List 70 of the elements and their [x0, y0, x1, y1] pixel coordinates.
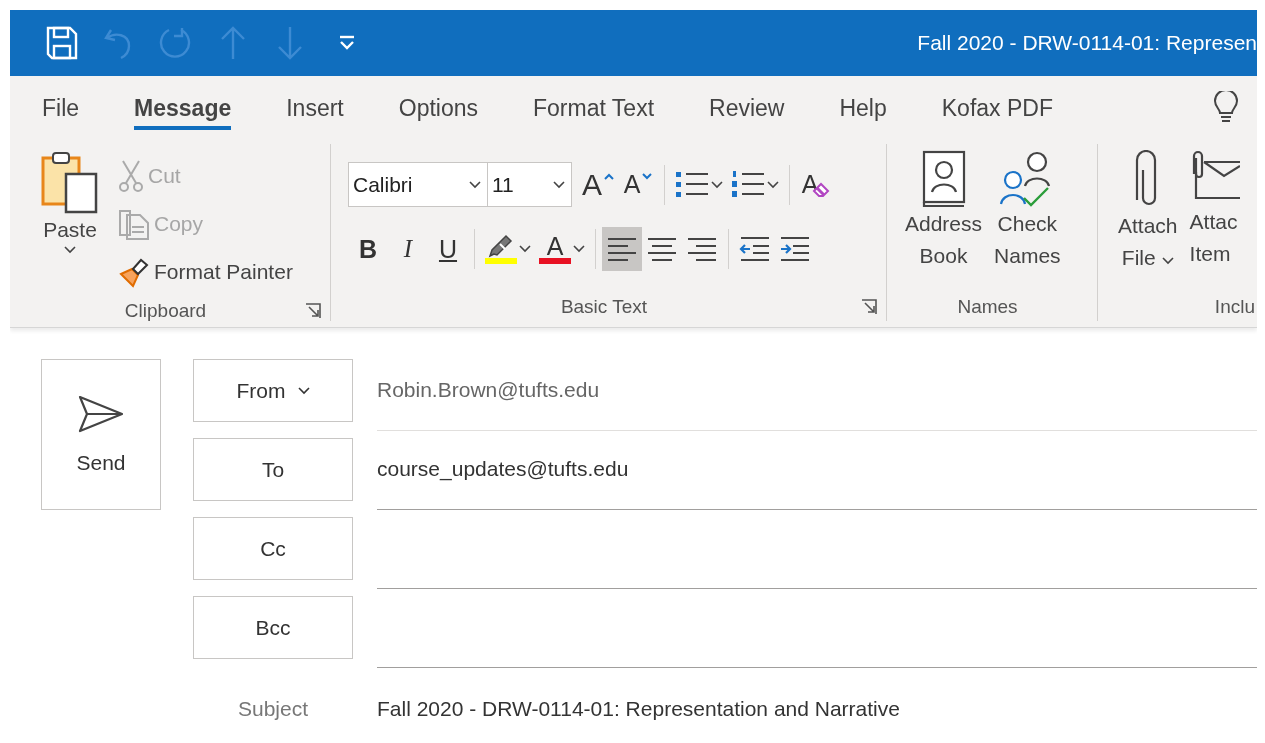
group-label: Inclu [1214, 296, 1255, 318]
from-dropdown[interactable]: From [193, 359, 353, 422]
align-left-icon [606, 235, 638, 263]
ribbon-tab[interactable]: Message [120, 84, 246, 132]
dialog-launcher-icon[interactable] [305, 302, 321, 319]
caret-icon [767, 180, 779, 189]
font-name-dropdown[interactable]: Calibri [348, 162, 488, 207]
ribbon-tab[interactable]: Options [384, 84, 493, 132]
up-caret-icon [604, 172, 614, 180]
caret-icon [553, 180, 565, 189]
address-button[interactable]: To [193, 438, 353, 501]
bullet-list-icon [675, 169, 709, 200]
address-book-button[interactable]: Address Book [899, 148, 989, 287]
subject-label: Subject [236, 697, 309, 721]
subject-field[interactable]: Fall 2020 - DRW-0114-01: Representation and Narrative [377, 697, 900, 721]
window-title: Fall 2020 - DRW-0114-01: Represen [917, 31, 1257, 55]
address-field[interactable]: Robin.Brown@tufts.edu [377, 359, 1257, 431]
italic-button[interactable]: I [388, 227, 428, 271]
outdent-icon [739, 235, 771, 263]
group-label: Basic Text [560, 296, 648, 318]
group-label: Names [957, 296, 1018, 318]
check-names-button[interactable]: Check Names [988, 148, 1067, 287]
indent-icon [779, 235, 811, 263]
paste-button[interactable]: Paste [34, 148, 106, 294]
letter-glyph: A [623, 170, 641, 199]
caret-icon [1161, 257, 1174, 265]
caret-icon [711, 180, 723, 189]
address-book-icon [920, 150, 967, 208]
down-caret-icon [642, 172, 653, 180]
ribbon-tab[interactable]: Review [695, 84, 799, 132]
caret-icon [519, 245, 531, 253]
copy-icon [118, 207, 150, 241]
send-icon [78, 394, 124, 433]
caret-icon [297, 386, 310, 395]
shrink-button[interactable]: A [618, 162, 658, 207]
address-field[interactable]: course_updates@tufts.edu [377, 438, 1257, 510]
scissors-icon [118, 159, 144, 193]
send-button[interactable]: Send [41, 359, 161, 510]
underline-button[interactable]: U [428, 227, 468, 271]
lightbulb-icon[interactable] [1213, 91, 1239, 125]
numbered-list-icon [731, 169, 765, 200]
letter-glyph: U [438, 234, 458, 264]
ribbon-tab[interactable]: Help [825, 84, 901, 132]
caret-icon [573, 245, 585, 253]
format-painter-button[interactable]: Format Painter [114, 250, 297, 294]
group-label: Clipboard [124, 299, 207, 322]
ribbon-tab[interactable]: Insert [272, 84, 358, 132]
ribbon-tab[interactable]: File [28, 84, 94, 132]
letter-glyph: B [358, 234, 378, 264]
address-button[interactable]: Bcc [193, 596, 353, 659]
attach-item-button[interactable]: Attac Item [1183, 148, 1246, 287]
clipboard-icon [40, 150, 100, 214]
paintbrush-icon [118, 256, 150, 288]
align-right-icon [686, 235, 718, 263]
address-button[interactable]: Cc [193, 517, 353, 580]
font-color-button[interactable]: A [535, 227, 589, 271]
letter-glyph: I [403, 235, 413, 263]
letter-glyph: A [582, 167, 602, 202]
letter-glyph: A [546, 234, 564, 258]
dialog-launcher-icon[interactable] [861, 299, 877, 315]
ribbon-tab[interactable]: Kofax PDF [927, 84, 1067, 132]
align-center-icon [646, 235, 678, 263]
font-size-dropdown[interactable]: 11 [487, 162, 572, 207]
bold-button[interactable]: B [348, 227, 388, 271]
attach-file-button[interactable]: Attach File [1112, 148, 1184, 287]
grow-button[interactable]: A [578, 162, 618, 207]
caret-icon [469, 180, 481, 189]
align-left-button[interactable] [602, 227, 642, 271]
caret-icon [64, 246, 76, 254]
ribbon-tab[interactable]: Format Text [519, 84, 669, 132]
